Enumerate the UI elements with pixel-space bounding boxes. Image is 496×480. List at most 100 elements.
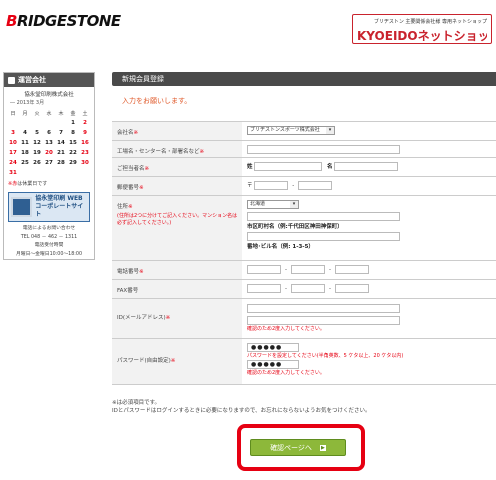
confirm-page-button[interactable]: 確認ページへ ▶ — [250, 439, 346, 456]
password-confirm-input[interactable]: ●●●●● — [247, 360, 299, 369]
calendar-day: 16 — [81, 140, 89, 146]
zip-input-2[interactable] — [298, 181, 333, 190]
department-input[interactable] — [247, 145, 400, 154]
calendar-day — [31, 118, 43, 128]
first-name-input[interactable] — [334, 162, 399, 171]
calendar-day: 31 — [9, 170, 17, 176]
bridgestone-logo: BRIDGESTONE — [6, 12, 121, 30]
intro-text: 入力をお願いします。 — [122, 97, 192, 105]
corporate-site-line1: 協永堂印刷 WEB — [35, 195, 83, 203]
weekday-header: 火 — [34, 111, 40, 117]
fax-input-2[interactable] — [291, 284, 325, 293]
calendar-day: 29 — [69, 160, 77, 166]
calendar-day — [55, 168, 67, 178]
calendar-day: 8 — [71, 130, 75, 136]
chevron-down-icon: ▾ — [326, 127, 334, 134]
calendar-day — [19, 118, 31, 128]
calendar-day — [43, 168, 55, 178]
fax-input-3[interactable] — [335, 284, 369, 293]
calendar-day: 23 — [81, 150, 89, 156]
phone-input-1[interactable] — [247, 265, 281, 274]
calendar-day: 17 — [9, 150, 17, 156]
weekday-header: 月 — [22, 111, 28, 117]
calendar-note: ※赤は休業日です — [8, 181, 48, 187]
arrow-right-icon: ▶ — [319, 444, 326, 451]
row-password: パスワード(自由設定)※ ●●●●● パスワードを設定してください(半角英数、5… — [112, 339, 496, 385]
calendar-day — [31, 168, 43, 178]
calendar-day — [55, 118, 67, 128]
calendar-day: 5 — [35, 130, 39, 136]
fax-input-1[interactable] — [247, 284, 281, 293]
calendar-day: 1 — [71, 120, 75, 126]
calendar-day: 6 — [47, 130, 51, 136]
weekday-header: 水 — [46, 111, 52, 117]
calendar-day: 20 — [45, 150, 53, 156]
calendar-day: 9 — [83, 130, 87, 136]
calendar-day: 10 — [9, 140, 17, 146]
calendar-day: 30 — [81, 160, 89, 166]
row-department: 工場名・センター名・部署名など※ — [112, 141, 496, 158]
building-icon — [8, 76, 15, 84]
calendar-day: 19 — [33, 150, 41, 156]
chevron-down-icon: ▾ — [290, 201, 298, 208]
calendar-day: 28 — [57, 160, 65, 166]
business-calendar: 日月火水木金土 1 2 3 4 5 6 7 8 9 10 11 12 13 14 15 16 17 18 19 20 2… — [7, 109, 91, 178]
shop-banner[interactable]: ブリヂストン 主要関係会社様 専用ネットショップ KYOEIDOネットショップ — [352, 14, 492, 44]
street-input[interactable] — [247, 232, 400, 241]
row-phone: 電話番号※ -- — [112, 261, 496, 280]
page-title: 新規会員登録 — [112, 72, 496, 86]
last-name-input[interactable] — [254, 162, 323, 171]
zip-input-1[interactable] — [254, 181, 289, 190]
calendar-day: 2 — [83, 120, 87, 126]
registration-panel: 新規会員登録 入力をお願いします。 会社名※ ブリヂストンスポーツ株式会社 ▾ 工… — [112, 72, 496, 385]
city-input[interactable] — [247, 212, 400, 221]
phone-input-3[interactable] — [335, 265, 369, 274]
sidebar-company: 協永堂印刷株式会社 — [24, 92, 74, 98]
calendar-day: 13 — [45, 140, 53, 146]
corporate-site-button[interactable]: 協永堂印刷 WEB コーポレートサイト — [8, 192, 90, 222]
login-footnote: IDとパスワードはログインするときに必要になりますので、お忘れにならないようお気… — [112, 408, 371, 414]
calendar-day — [43, 118, 55, 128]
calendar-day: 24 — [9, 160, 17, 166]
weekday-header: 日 — [10, 111, 16, 117]
weekday-header: 金 — [70, 111, 76, 117]
prefecture-select[interactable]: 北海道 ▾ — [247, 200, 299, 209]
calendar-day: 26 — [33, 160, 41, 166]
shop-subtitle: ブリヂストン 主要関係会社様 専用ネットショップ — [373, 19, 487, 25]
calendar-day — [7, 118, 19, 128]
company-select[interactable]: ブリヂストンスポーツ株式会社 ▾ — [247, 126, 335, 135]
row-email: ID(メールアドレス)※ 確認のため2度入力してください。 — [112, 299, 496, 339]
calendar-day — [19, 168, 31, 178]
phone-input-2[interactable] — [291, 265, 325, 274]
sidebar-heading: 運営会社 — [4, 73, 94, 87]
monitor-icon — [11, 197, 33, 217]
calendar-day: 22 — [69, 150, 77, 156]
row-zip: 郵便番号※ 〒 - — [112, 177, 496, 196]
calendar-day: 15 — [69, 140, 77, 146]
row-address: 住所※ (住所は2つに分けてご記入ください。マンション名は必ず記入してください。)… — [112, 196, 496, 261]
row-name: ご担当者名※ 姓 名 — [112, 158, 496, 177]
registration-form: 会社名※ ブリヂストンスポーツ株式会社 ▾ 工場名・センター名・部署名など※ ご担… — [112, 121, 496, 385]
calendar-day — [67, 168, 79, 178]
row-company: 会社名※ ブリヂストンスポーツ株式会社 ▾ — [112, 122, 496, 141]
calendar-day: 11 — [21, 140, 29, 146]
calendar-day: 18 — [21, 150, 29, 156]
password-input[interactable]: ●●●●● — [247, 343, 299, 352]
email-confirm-input[interactable] — [247, 316, 400, 325]
calendar-day: 27 — [45, 160, 53, 166]
calendar-day: 25 — [21, 160, 29, 166]
shop-name: KYOEIDOネットショップ — [357, 29, 487, 43]
row-fax: FAX番号 -- — [112, 280, 496, 299]
calendar-month: ― 2013年 3月 — [10, 100, 45, 106]
corporate-site-line2: コーポレートサイト — [35, 203, 84, 218]
weekday-header: 土 — [82, 111, 88, 117]
contact-info: 電話によるお問い合わせ TEL 048 － 462 － 1311 電話受付時間 … — [15, 226, 83, 257]
calendar-day: 21 — [57, 150, 65, 156]
calendar-day: 14 — [57, 140, 65, 146]
calendar-day — [79, 168, 91, 178]
calendar-day: 7 — [59, 130, 63, 136]
weekday-header: 木 — [58, 111, 64, 117]
calendar-day: 3 — [11, 130, 15, 136]
email-input[interactable] — [247, 304, 400, 313]
calendar-day: 4 — [23, 130, 27, 136]
